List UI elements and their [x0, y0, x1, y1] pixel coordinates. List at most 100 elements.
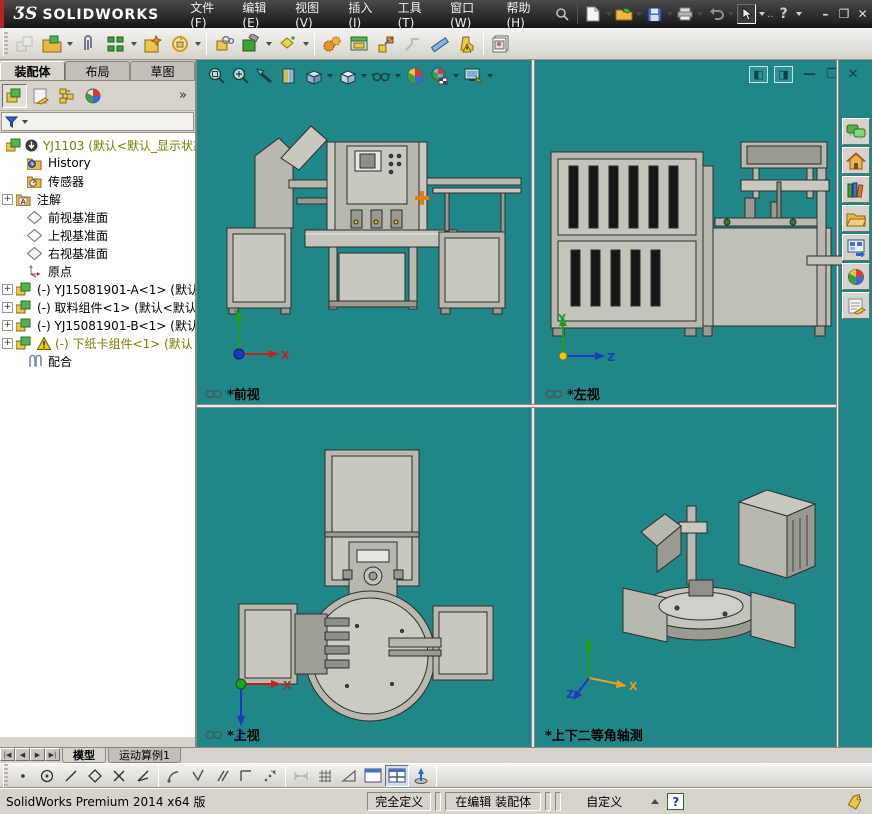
center-snap-icon[interactable] — [35, 765, 59, 787]
front-view-model[interactable] — [209, 118, 531, 320]
section-view-icon[interactable] — [277, 64, 301, 88]
select-dropdown[interactable] — [759, 12, 765, 16]
measure-icon[interactable] — [426, 30, 453, 57]
open-file-dropdown[interactable] — [636, 12, 642, 16]
window-restore-button[interactable]: ❐ — [835, 5, 854, 23]
solidworks-resources-icon[interactable] — [842, 147, 870, 174]
insert-components-dropdown[interactable] — [67, 42, 73, 46]
tab-model[interactable]: 模型 — [62, 748, 106, 763]
tree-item-right-plane[interactable]: 右视基准面 — [0, 244, 195, 262]
menu-help[interactable]: 帮助(H) — [497, 0, 551, 28]
tree-item-top-plane[interactable]: 上视基准面 — [0, 226, 195, 244]
assembly-xpert-icon[interactable] — [453, 30, 480, 57]
tree-filter-bar[interactable] — [1, 112, 194, 131]
tag-icon[interactable] — [846, 794, 864, 810]
filter-dropdown[interactable] — [22, 120, 28, 124]
menu-insert[interactable]: 插入(I) — [339, 0, 388, 28]
view-settings-icon[interactable] — [461, 64, 485, 88]
viewport-horizontal-splitter[interactable] — [197, 404, 838, 408]
hide-show-dropdown[interactable] — [395, 74, 401, 78]
menu-file[interactable]: 文件(F) — [181, 0, 233, 28]
tree-item-component-b[interactable]: + (-) YJ15081901-B<1> (默认 — [0, 316, 195, 334]
pattern-dropdown[interactable] — [131, 42, 137, 46]
expand-toggle[interactable]: + — [2, 194, 13, 205]
print-dropdown[interactable] — [697, 12, 703, 16]
tree-item-root[interactable]: YJ1103 (默认<默认_显示状态 — [0, 136, 195, 154]
menu-tools[interactable]: 工具(T) — [389, 0, 442, 28]
document-minimize-button[interactable]: — — [803, 67, 816, 82]
help-icon[interactable]: ? — [774, 4, 793, 24]
custom-properties-icon[interactable] — [842, 292, 870, 319]
property-manager-icon[interactable] — [28, 84, 53, 108]
quadrant-snap-icon[interactable] — [258, 765, 282, 787]
move-component-icon[interactable] — [166, 30, 193, 57]
window-minimize-button[interactable]: – — [816, 5, 835, 23]
four-view-icon[interactable] — [385, 765, 409, 787]
grid-snap-icon[interactable] — [313, 765, 337, 787]
zoom-to-area-icon[interactable] — [229, 64, 253, 88]
intersection-snap-icon[interactable] — [107, 765, 131, 787]
display-style-dropdown[interactable] — [361, 74, 367, 78]
smart-fasteners-icon[interactable] — [139, 30, 166, 57]
assembly-features-dropdown[interactable] — [266, 42, 272, 46]
view-orientation-icon[interactable] — [301, 64, 325, 88]
perpendicular-snap-icon[interactable] — [234, 765, 258, 787]
quick-tip-help-button[interactable]: ? — [667, 793, 684, 810]
view-axis-icon[interactable] — [409, 765, 433, 787]
search-icon[interactable] — [552, 4, 571, 24]
file-explorer-icon[interactable] — [842, 205, 870, 232]
first-tab-button[interactable]: |◀ — [0, 748, 15, 761]
angle-measure-icon[interactable] — [337, 765, 361, 787]
tree-item-lower-card-component[interactable]: + (-) 下纸卡组件<1> (默认 — [0, 334, 195, 352]
units-selector[interactable]: 自定义 — [565, 792, 643, 811]
midpoint-snap-icon[interactable] — [83, 765, 107, 787]
design-library-icon[interactable] — [842, 176, 870, 203]
expand-toggle[interactable]: + — [2, 284, 13, 295]
tab-layout[interactable]: 布局 — [65, 61, 130, 80]
tab-sketch[interactable]: 草图 — [130, 61, 195, 80]
expand-toggle[interactable]: + — [2, 320, 13, 331]
move-component-dropdown[interactable] — [195, 42, 201, 46]
view-orientation-dropdown[interactable] — [327, 74, 333, 78]
tab-assembly[interactable]: 装配体 — [0, 61, 65, 80]
reference-geometry-icon[interactable] — [274, 30, 301, 57]
open-file-icon[interactable] — [615, 4, 634, 24]
tree-item-sensors[interactable]: 传感器 — [0, 172, 195, 190]
tree-item-history[interactable]: History — [0, 154, 195, 172]
tree-item-pick-component[interactable]: + (-) 取料组件<1> (默认<默认 — [0, 298, 195, 316]
previous-view-icon[interactable] — [253, 64, 277, 88]
print-icon[interactable] — [676, 4, 695, 24]
bill-of-materials-icon[interactable] — [345, 30, 372, 57]
point-snap-icon[interactable] — [11, 765, 35, 787]
help-dropdown[interactable] — [796, 12, 802, 16]
menu-window[interactable]: 窗口(W) — [441, 0, 497, 28]
graphics-area[interactable]: ◧ ◨ — ❐ ✕ — [197, 60, 872, 747]
view-palette-icon[interactable] — [842, 234, 870, 261]
zoom-to-fit-icon[interactable] — [205, 64, 229, 88]
menu-edit[interactable]: 编辑(E) — [233, 0, 286, 28]
toolbar-grip[interactable] — [3, 32, 8, 56]
tree-item-component-a[interactable]: + (-) YJ15081901-A<1> (默认 — [0, 280, 195, 298]
expand-toggle[interactable]: + — [2, 302, 13, 313]
toolbar-grip[interactable] — [3, 764, 8, 788]
show-hidden-components-icon[interactable] — [210, 30, 237, 57]
display-style-icon[interactable] — [335, 64, 359, 88]
exploded-view-icon[interactable] — [372, 30, 399, 57]
tangent-snap-icon[interactable] — [186, 765, 210, 787]
tab-motion-study[interactable]: 运动算例1 — [108, 748, 181, 763]
mate-icon[interactable] — [75, 30, 102, 57]
edit-appearance-icon[interactable] — [403, 64, 427, 88]
line-snap-icon[interactable] — [59, 765, 83, 787]
expand-toggle[interactable]: + — [2, 338, 13, 349]
document-close-button[interactable]: ✕ — [848, 67, 859, 82]
save-dropdown[interactable] — [667, 12, 673, 16]
window-close-button[interactable]: ✕ — [853, 5, 872, 23]
single-view-icon[interactable] — [361, 765, 385, 787]
menu-view[interactable]: 视图(V) — [286, 0, 339, 28]
previous-window-button[interactable]: ◧ — [749, 66, 768, 83]
tree-item-origin[interactable]: 原点 — [0, 262, 195, 280]
tree-item-annotations[interactable]: + A 注解 — [0, 190, 195, 208]
display-manager-icon[interactable] — [80, 84, 105, 108]
view-settings-dropdown[interactable] — [487, 74, 493, 78]
new-file-icon[interactable] — [584, 4, 603, 24]
